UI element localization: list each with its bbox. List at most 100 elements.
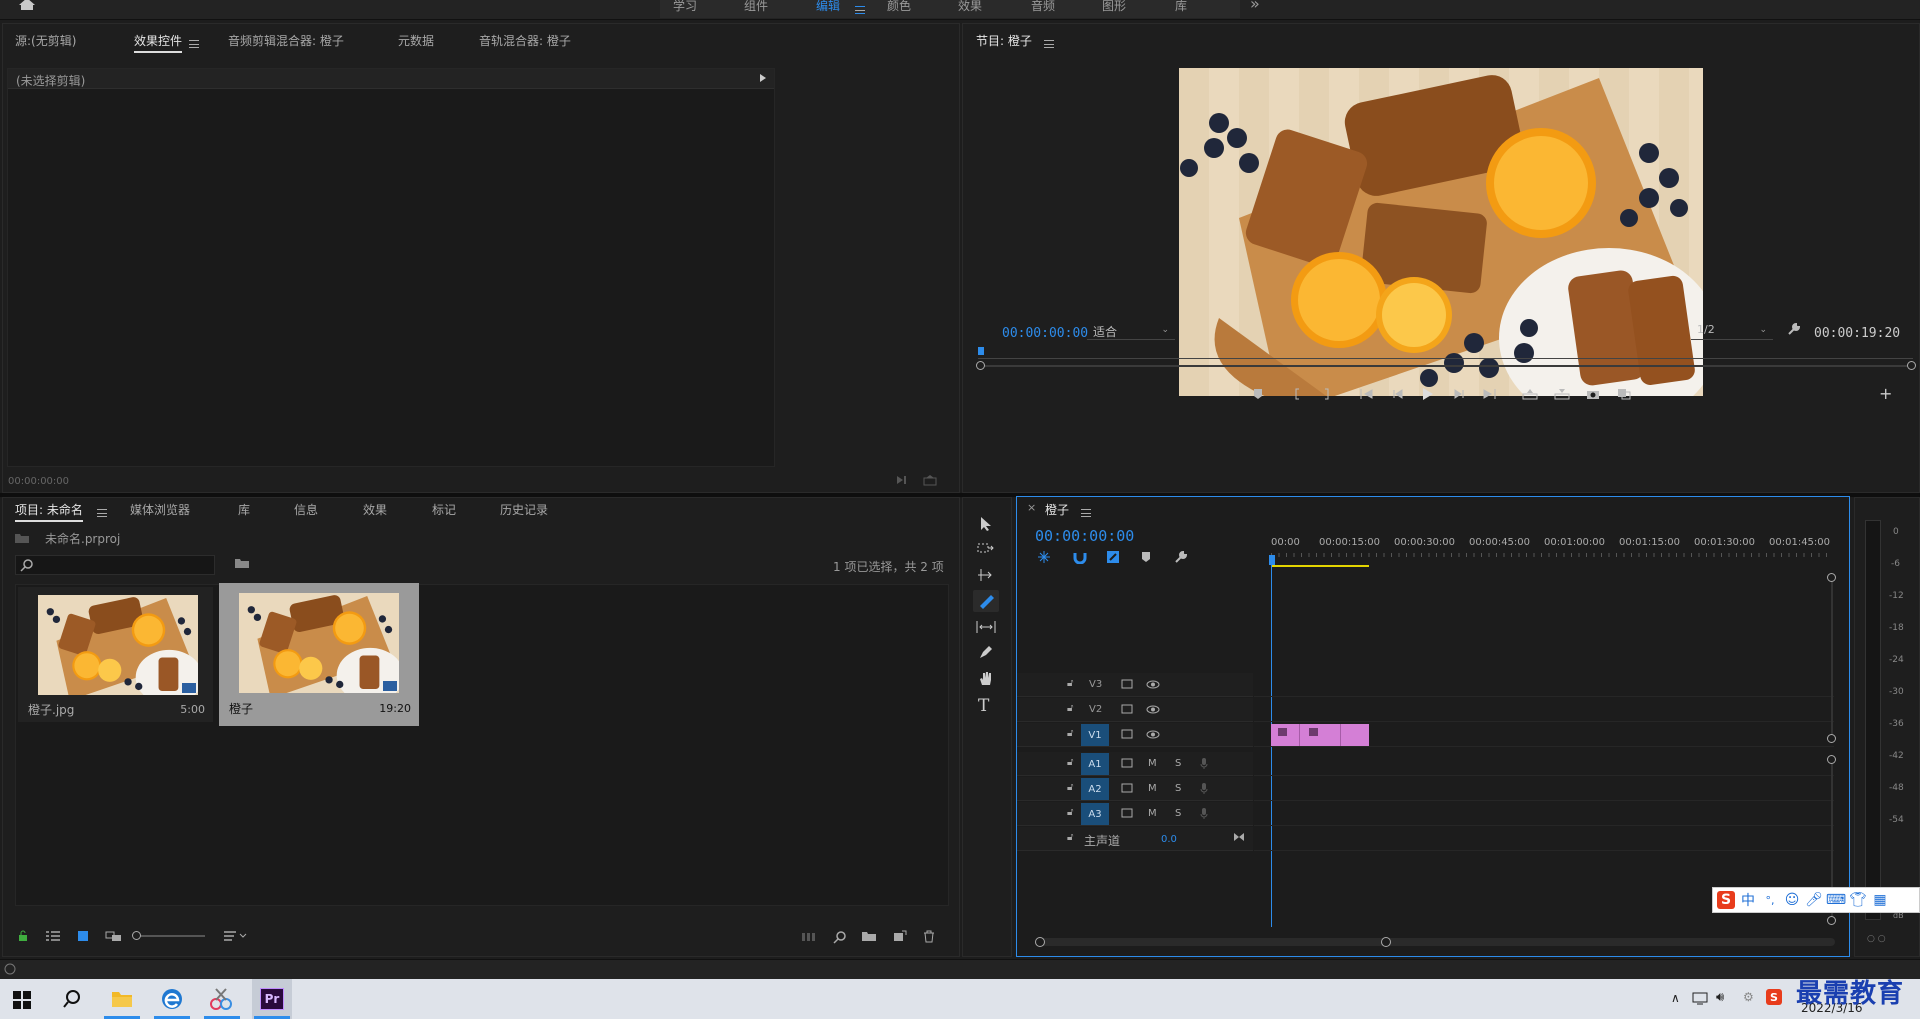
- network-icon[interactable]: [1692, 991, 1708, 1005]
- sync-lock-icon[interactable]: [1121, 783, 1133, 793]
- trash-icon[interactable]: [923, 930, 935, 943]
- track-lock-icon[interactable]: 🔓︎: [1067, 703, 1073, 714]
- mute-button[interactable]: M: [1148, 808, 1157, 819]
- sogou-logo-icon[interactable]: S: [1717, 891, 1735, 909]
- hand-tool-icon[interactable]: [978, 670, 994, 686]
- tab-effects[interactable]: 效果: [363, 501, 387, 518]
- track-target-a2[interactable]: A2: [1081, 778, 1109, 800]
- track-lane-a3[interactable]: [1254, 802, 1834, 826]
- mark-in-icon[interactable]: [1289, 386, 1303, 402]
- time-ruler[interactable]: 00:00 00:00:15:00 00:00:30:00 00:00:45:0…: [1253, 537, 1833, 559]
- play-button-icon[interactable]: [1421, 386, 1435, 402]
- project-item[interactable]: 橙子.jpg 5:00: [18, 587, 213, 722]
- track-header-master[interactable]: 🔓︎ 主声道 0.0: [1017, 827, 1253, 851]
- video-vertical-scrollbar[interactable]: [1827, 573, 1836, 743]
- ws-overflow-button[interactable]: »: [1250, 0, 1260, 13]
- lock-icon[interactable]: [17, 930, 29, 942]
- track-lock-icon[interactable]: 🔓︎: [1067, 757, 1073, 768]
- home-icon[interactable]: [18, 0, 40, 14]
- export-icon[interactable]: [923, 474, 937, 486]
- timeline-settings-wrench-icon[interactable]: [1174, 550, 1188, 564]
- timeline-horizontal-scrollbar[interactable]: [1035, 937, 1835, 947]
- go-to-out-icon[interactable]: [1482, 386, 1496, 402]
- program-menu-icon[interactable]: [1044, 36, 1054, 50]
- track-target-a3[interactable]: A3: [1081, 803, 1109, 825]
- sync-lock-icon[interactable]: [1121, 758, 1133, 768]
- effect-controls-menu-icon[interactable]: [189, 36, 199, 50]
- comparison-view-icon[interactable]: [1617, 386, 1631, 402]
- sync-lock-icon[interactable]: [1121, 808, 1133, 818]
- nest-icon[interactable]: [1037, 550, 1051, 564]
- track-lock-icon[interactable]: 🔓︎: [1067, 678, 1073, 689]
- expand-arrow-icon[interactable]: [760, 74, 766, 82]
- go-to-in-icon[interactable]: [1360, 386, 1374, 402]
- file-explorer-icon[interactable]: [111, 989, 133, 1009]
- tab-audio-clip-mixer[interactable]: 音频剪辑混合器: 橙子: [228, 32, 344, 49]
- status-icon[interactable]: [4, 963, 16, 975]
- windows-start-icon[interactable]: [13, 991, 31, 1009]
- thumbnail-size-slider[interactable]: [132, 931, 205, 940]
- icon-view-icon[interactable]: [77, 930, 89, 942]
- track-lock-icon[interactable]: 🔓︎: [1067, 832, 1073, 843]
- tab-project[interactable]: 项目: 未命名: [15, 501, 83, 522]
- ws-tab-editing-menu-icon[interactable]: [855, 2, 865, 16]
- slider-handle[interactable]: [132, 931, 141, 940]
- mark-out-icon[interactable]: [1320, 386, 1334, 402]
- skin-icon[interactable]: 👕︎: [1849, 891, 1867, 909]
- add-marker-icon[interactable]: [1251, 386, 1265, 402]
- microphone-icon[interactable]: [1200, 757, 1208, 769]
- track-header-v2[interactable]: 🔓︎ V2: [1017, 698, 1253, 722]
- zoom-handle-left[interactable]: [976, 361, 985, 370]
- track-lane-v2[interactable]: [1254, 698, 1834, 722]
- track-lane-a2[interactable]: [1254, 777, 1834, 801]
- step-forward-icon[interactable]: [1451, 386, 1465, 402]
- track-lock-icon[interactable]: 🔓︎: [1067, 782, 1073, 793]
- add-marker-icon[interactable]: [1141, 551, 1151, 563]
- slip-tool-icon[interactable]: [976, 620, 996, 634]
- zoom-handle-right[interactable]: [1907, 361, 1916, 370]
- find-bin-icon[interactable]: [234, 557, 250, 569]
- ws-tab-assembly[interactable]: 组件: [744, 0, 768, 14]
- ws-tab-graphics[interactable]: 图形: [1102, 0, 1126, 14]
- track-lock-icon[interactable]: 🔓︎: [1067, 728, 1073, 739]
- clip-block[interactable]: [1271, 724, 1369, 746]
- close-icon[interactable]: ×: [1027, 501, 1036, 514]
- timeline-playhead-handle[interactable]: [1269, 555, 1275, 565]
- tab-history[interactable]: 历史记录: [500, 501, 548, 518]
- sequence-tab[interactable]: 橙子: [1045, 501, 1069, 518]
- solo-button[interactable]: S: [1175, 783, 1181, 794]
- microphone-icon[interactable]: [1200, 807, 1208, 819]
- track-header-v3[interactable]: 🔓︎ V3: [1017, 673, 1253, 697]
- new-bin-icon[interactable]: [861, 930, 877, 942]
- tab-audio-track-mixer[interactable]: 音轨混合器: 橙子: [479, 32, 571, 49]
- ime-punct-toggle[interactable]: °,: [1761, 891, 1779, 909]
- work-area-bar[interactable]: [1271, 565, 1369, 567]
- track-header-v1[interactable]: 🔓︎ V1: [1017, 723, 1253, 747]
- scroll-handle-right[interactable]: [1381, 937, 1391, 947]
- eye-icon[interactable]: [1146, 730, 1160, 739]
- tab-metadata[interactable]: 元数据: [398, 32, 434, 49]
- mute-button[interactable]: M: [1148, 783, 1157, 794]
- program-playhead[interactable]: [978, 347, 984, 355]
- track-lane-v3[interactable]: [1254, 673, 1834, 697]
- selection-tool-icon[interactable]: [979, 516, 993, 532]
- linked-selection-icon[interactable]: [1106, 550, 1120, 564]
- type-tool-icon[interactable]: T: [978, 696, 989, 716]
- track-target-v1[interactable]: V1: [1081, 724, 1109, 746]
- project-menu-icon[interactable]: [97, 505, 107, 519]
- ws-tab-libraries[interactable]: 库: [1175, 0, 1187, 14]
- snipping-tool-icon[interactable]: [209, 988, 233, 1010]
- extract-icon[interactable]: [1554, 386, 1570, 402]
- ws-tab-editing[interactable]: 编辑: [816, 0, 840, 14]
- track-lane-master[interactable]: [1254, 827, 1834, 851]
- export-frame-icon[interactable]: [1586, 386, 1600, 402]
- snap-magnet-icon[interactable]: [1073, 550, 1087, 564]
- ime-lang-toggle[interactable]: 中: [1739, 891, 1757, 909]
- tray-expand-icon[interactable]: ∧: [1671, 991, 1680, 1005]
- microphone-icon[interactable]: [1200, 782, 1208, 794]
- freeform-view-icon[interactable]: [105, 930, 123, 942]
- meter-solo-icons[interactable]: ○ ○: [1867, 934, 1886, 944]
- toolbox-icon[interactable]: ▦: [1871, 891, 1889, 909]
- ripple-edit-tool-icon[interactable]: [977, 568, 995, 582]
- track-select-tool-icon[interactable]: [977, 542, 995, 556]
